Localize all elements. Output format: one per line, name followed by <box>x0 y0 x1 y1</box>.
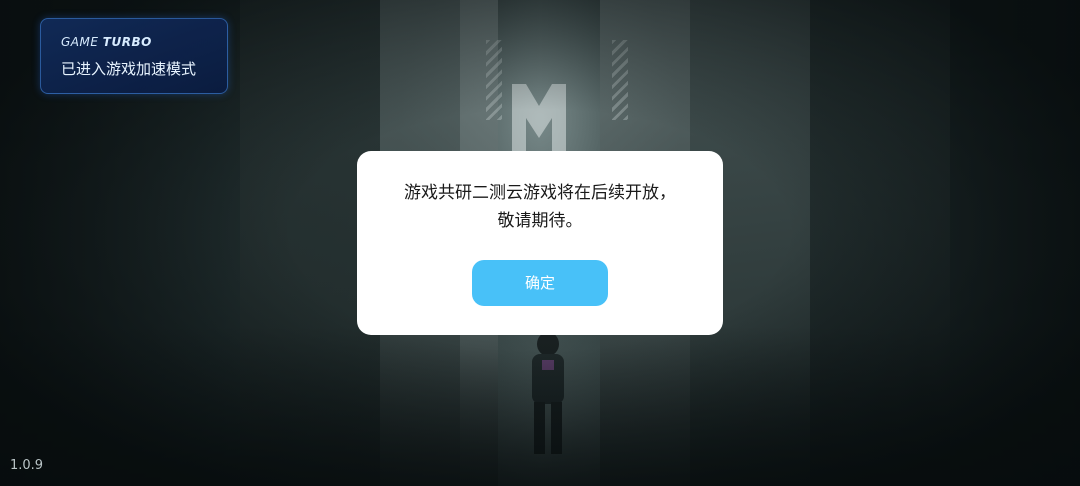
game-turbo-brand-suffix: TURBO <box>102 35 152 49</box>
dialog-message-line1: 游戏共研二测云游戏将在后续开放， <box>404 183 676 203</box>
game-turbo-toast: GAME TURBO 已进入游戏加速模式 <box>40 18 228 94</box>
game-turbo-brand: GAME TURBO <box>61 35 152 49</box>
version-label: 1.0.9 <box>10 458 44 473</box>
game-turbo-brand-prefix: GAME <box>61 35 99 49</box>
dialog-message-line2: 敬请期待。 <box>497 211 583 231</box>
confirm-button[interactable]: 确定 <box>472 260 608 306</box>
game-turbo-message: 已进入游戏加速模式 <box>61 60 197 78</box>
dialog-message: 游戏共研二测云游戏将在后续开放， 敬请期待。 <box>357 179 723 235</box>
notice-dialog: 游戏共研二测云游戏将在后续开放， 敬请期待。 确定 <box>357 151 723 335</box>
